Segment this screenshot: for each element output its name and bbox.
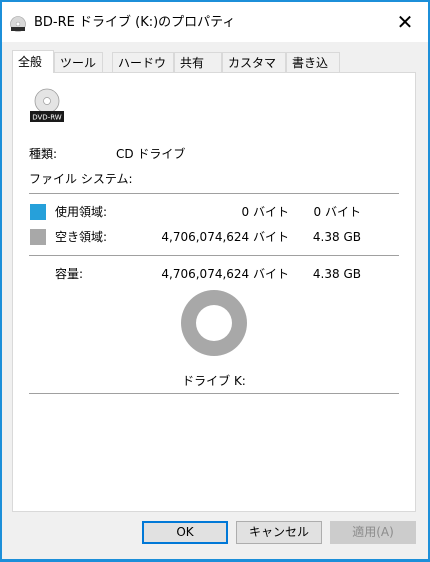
type-value: CD ドライブ [116,147,186,161]
separator [29,193,399,194]
close-button[interactable]: ✕ [382,2,428,42]
used-space-size: 0 バイト [313,205,361,219]
general-panel: DVD-RW 種類: CD ドライブ ファイル システム: 使用領域: 0 バイ… [12,72,416,512]
tab-recording[interactable]: 書き込み [286,52,340,90]
used-space-label: 使用領域: [55,205,108,219]
usage-donut-chart [181,290,247,356]
used-space-swatch [30,204,46,220]
disc-drive-icon [10,16,26,32]
free-space-bytes: 4,706,074,624 バイト [161,230,289,244]
filesystem-label: ファイル システム: [29,172,133,186]
ok-button[interactable]: OK [142,521,228,544]
type-label: 種類: [29,147,58,161]
window-title: BD-RE ドライブ (K:)のプロパティ [34,15,236,30]
tab-customize[interactable]: カスタマイズ [222,52,286,90]
separator [29,255,399,256]
separator [29,393,399,394]
donut-hole [196,305,232,341]
dvd-badge-text: DVD-RW [32,114,62,122]
capacity-size: 4.38 GB [312,267,361,281]
tab-tools[interactable]: ツール [54,52,103,72]
tab-general[interactable]: 全般 [12,50,54,73]
capacity-label: 容量: [55,267,84,281]
free-space-label: 空き領域: [55,230,108,244]
tab-hardware[interactable]: ハードウェア [112,52,174,90]
drive-label: ドライブ K: [182,374,246,388]
tab-sharing[interactable]: 共有 [174,52,222,72]
apply-button[interactable]: 適用(A) [330,521,416,544]
free-space-size: 4.38 GB [312,230,361,244]
used-space-bytes: 0 バイト [241,205,289,219]
cancel-button[interactable]: キャンセル [236,521,322,544]
capacity-bytes: 4,706,074,624 バイト [161,267,289,281]
properties-dialog: BD-RE ドライブ (K:)のプロパティ ✕ 全般 ツール ハードウェア 共有… [2,2,428,559]
title-bar: BD-RE ドライブ (K:)のプロパティ ✕ [2,2,428,42]
free-space-swatch [30,229,46,245]
dvd-drive-icon: DVD-RW [30,88,64,122]
close-icon: ✕ [396,10,414,34]
